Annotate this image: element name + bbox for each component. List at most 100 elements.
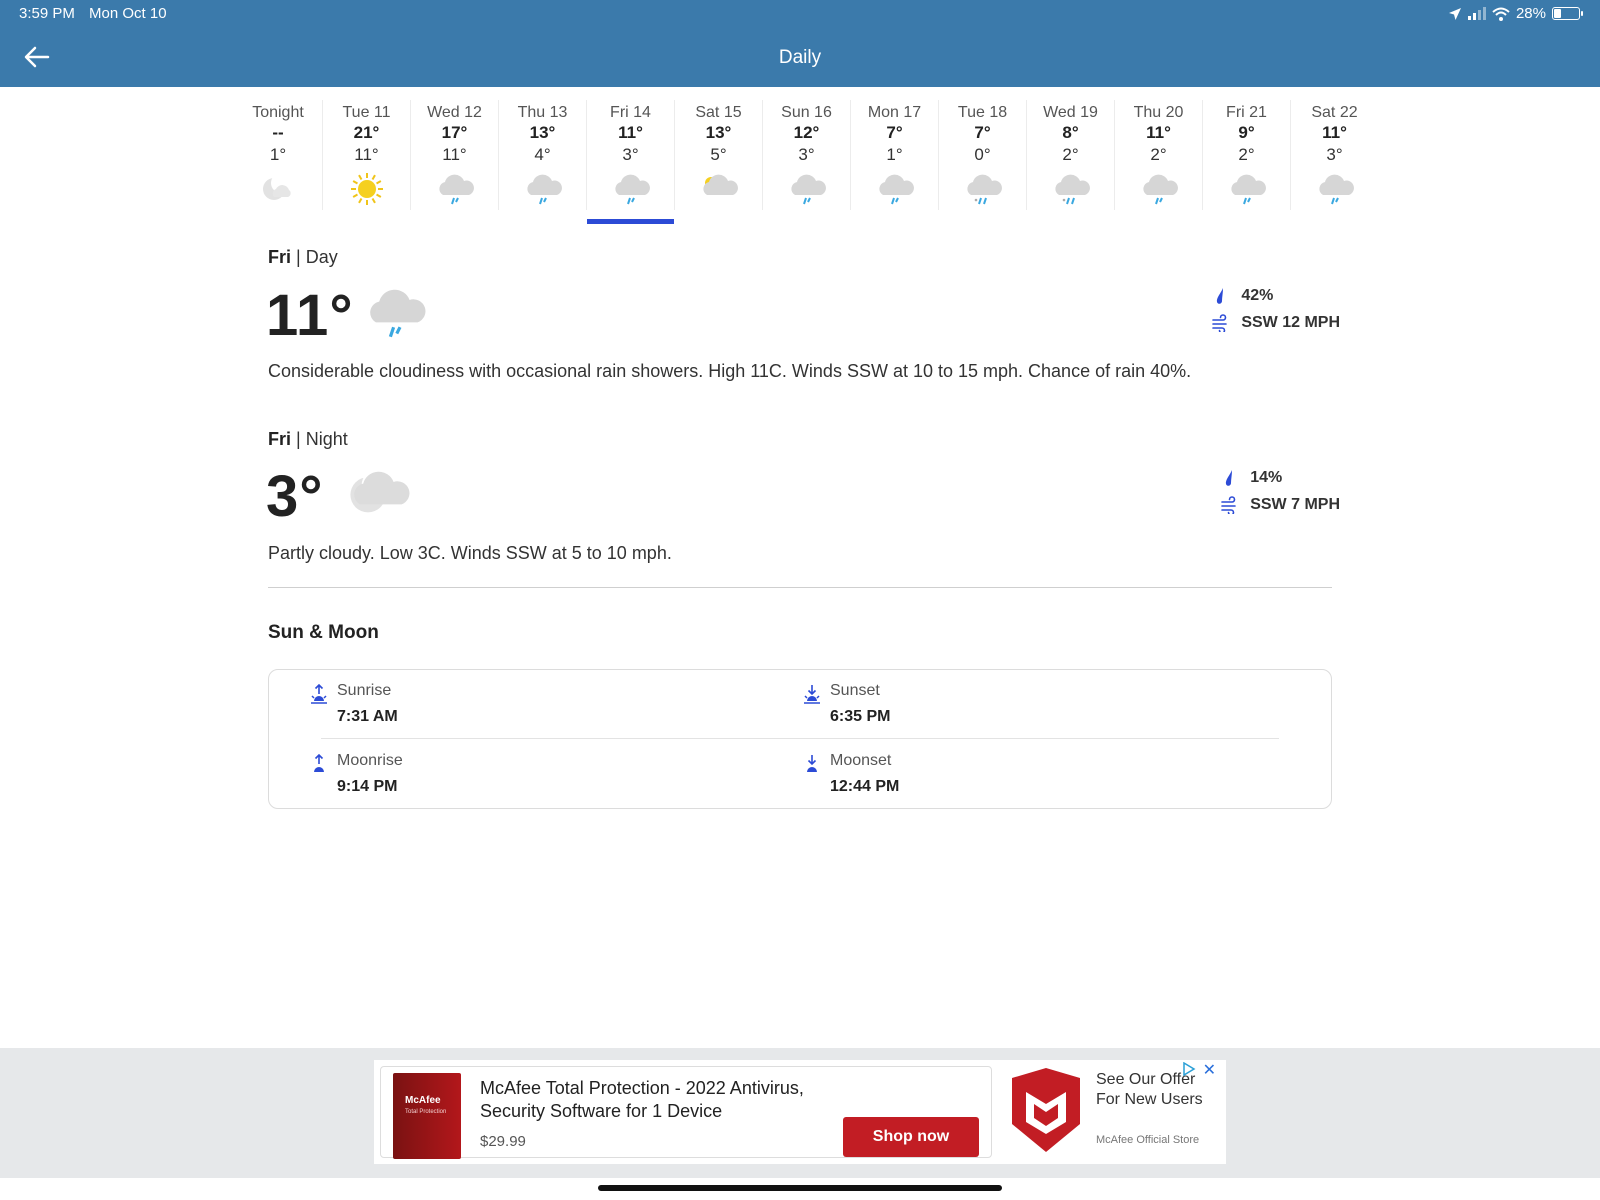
sunrise-icon: [311, 684, 327, 704]
moonrise-time: 9:14 PM: [337, 778, 398, 795]
day-low: 11°: [442, 145, 467, 164]
day-high: 17°: [441, 123, 468, 142]
day-name: Sat 15: [695, 104, 742, 121]
night-precip: 14%: [1250, 468, 1283, 486]
top-app-bar: 3:59 PM Mon Oct 10 28% Daily: [0, 0, 1600, 87]
day-precip-row: 42%: [1211, 282, 1340, 309]
day-name: Tue 11: [342, 104, 391, 121]
daily-forecast-strip: Tonight -- 1° Tue 11 21° 11° Wed 12 17° 11° Thu 1…: [234, 100, 1378, 224]
day-tab[interactable]: Mon 17 7° 1°: [850, 100, 938, 210]
day-high: 11°: [1322, 123, 1347, 142]
day-high: --: [272, 123, 284, 142]
day-low: 3°: [1326, 145, 1343, 164]
day-name: Thu 20: [1133, 104, 1184, 121]
raindrop-icon: [1226, 469, 1233, 486]
status-bar-left: 3:59 PM Mon Oct 10: [19, 5, 177, 22]
ad-title[interactable]: McAfee Total Protection - 2022 Antivirus…: [480, 1077, 840, 1123]
day-high: 11°: [618, 123, 643, 142]
day-tab[interactable]: Tonight -- 1°: [234, 100, 322, 210]
night-precip-row: 14%: [1220, 464, 1340, 491]
day-high: 7°: [974, 123, 991, 142]
day-name: Mon 17: [867, 104, 922, 121]
rain-cloud-icon: [1225, 171, 1269, 207]
ad-product-card[interactable]: McAfee Total Protection McAfee Total Pro…: [380, 1066, 992, 1159]
rain-cloud-icon: [1313, 171, 1357, 207]
rain-cloud-icon: [521, 171, 565, 207]
night-temperature: 3°: [266, 464, 324, 529]
day-name: Thu 13: [517, 104, 568, 121]
day-tab[interactable]: Sat 22 11° 3°: [1290, 100, 1378, 210]
sunrise-time: 7:31 AM: [337, 708, 398, 725]
day-metrics: 42% SSW 12 MPH: [1211, 282, 1340, 336]
battery-icon: [1552, 7, 1583, 20]
shop-now-button[interactable]: Shop now: [843, 1117, 979, 1157]
day-name: Tue 18: [957, 104, 1008, 121]
day-name: Sat 22: [1311, 104, 1358, 121]
day-low: 2°: [1150, 145, 1167, 164]
day-low: 2°: [1062, 145, 1079, 164]
period-type: | Night: [296, 429, 348, 449]
day-temperature: 11°: [266, 283, 354, 348]
day-high: 11°: [1146, 123, 1171, 142]
rain-cloud-icon: [1137, 171, 1181, 207]
day-tab[interactable]: Thu 20 11° 2°: [1114, 100, 1202, 210]
day-high: 13°: [705, 123, 732, 142]
day-low: 5°: [710, 145, 727, 164]
partly-cloudy-night-icon: [344, 466, 416, 526]
day-name: Fri 14: [610, 104, 651, 121]
day-tab[interactable]: Sat 15 13° 5°: [674, 100, 762, 210]
product-brand: McAfee: [405, 1095, 441, 1106]
day-wind-row: SSW 12 MPH: [1211, 309, 1340, 336]
day-tab[interactable]: Tue 18 7° 0°: [938, 100, 1026, 210]
moonrise-label: Moonrise: [337, 752, 403, 769]
sun-moon-separator: [321, 738, 1279, 739]
day-high: 7°: [886, 123, 903, 142]
day-high: 21°: [353, 123, 380, 142]
night-period-label: Fri | Night: [268, 429, 1340, 450]
day-tab[interactable]: Fri 21 9° 2°: [1202, 100, 1290, 210]
day-tab[interactable]: Sun 16 12° 3°: [762, 100, 850, 210]
rain-cloud-icon: [433, 171, 477, 207]
day-tab[interactable]: Wed 19 8° 2°: [1026, 100, 1114, 210]
close-icon[interactable]: ✕: [1203, 1060, 1216, 1080]
raindrop-icon: [1217, 287, 1224, 304]
rain-snow-cloud-icon: [1049, 171, 1093, 207]
location-arrow-icon: [1448, 7, 1461, 20]
day-low: 4°: [534, 145, 551, 164]
moonrise-icon: [314, 754, 324, 772]
day-period-label: Fri | Day: [268, 247, 1340, 268]
period-day: Fri: [268, 247, 292, 267]
battery-fill: [1554, 9, 1561, 18]
day-low: 2°: [1238, 145, 1255, 164]
day-low: 1°: [886, 145, 903, 164]
partly-sunny-icon: [697, 171, 741, 207]
ad-price: $29.99: [480, 1133, 526, 1150]
sun-moon-card: Sunrise 7:31 AM Sunset 6:35 PM Moonrise …: [268, 669, 1332, 809]
home-indicator[interactable]: [598, 1185, 1002, 1191]
day-name: Sun 16: [781, 104, 832, 121]
day-high: 9°: [1238, 123, 1255, 142]
page-title: Daily: [778, 47, 822, 68]
day-tab[interactable]: Tue 11 21° 11°: [322, 100, 410, 210]
day-low: 3°: [798, 145, 815, 164]
day-high: 13°: [529, 123, 556, 142]
sun-icon: [345, 171, 389, 207]
day-high: 12°: [793, 123, 820, 142]
ad-banner[interactable]: McAfee Total Protection McAfee Total Pro…: [374, 1060, 1226, 1164]
rain-cloud-icon: [609, 171, 653, 207]
day-high: 8°: [1062, 123, 1079, 142]
wind-icon: [1212, 313, 1228, 332]
night-wind: SSW 7 MPH: [1250, 495, 1340, 513]
day-tab[interactable]: Thu 13 13° 4°: [498, 100, 586, 210]
sunset-time: 6:35 PM: [830, 708, 891, 725]
section-divider: [268, 587, 1332, 588]
ad-store-name: McAfee Official Store: [1096, 1134, 1200, 1146]
day-tab[interactable]: Fri 14 11° 3°: [586, 100, 674, 224]
sun-moon-title: Sun & Moon: [268, 622, 379, 643]
day-name: Fri 21: [1226, 104, 1267, 121]
rain-snow-cloud-icon: [961, 171, 1005, 207]
adchoices-icon[interactable]: [1182, 1062, 1196, 1076]
day-tab[interactable]: Wed 12 17° 11°: [410, 100, 498, 210]
product-name: Total Protection: [405, 1109, 447, 1115]
ad-offer-text[interactable]: See Our Offer For New Users: [1096, 1070, 1216, 1110]
